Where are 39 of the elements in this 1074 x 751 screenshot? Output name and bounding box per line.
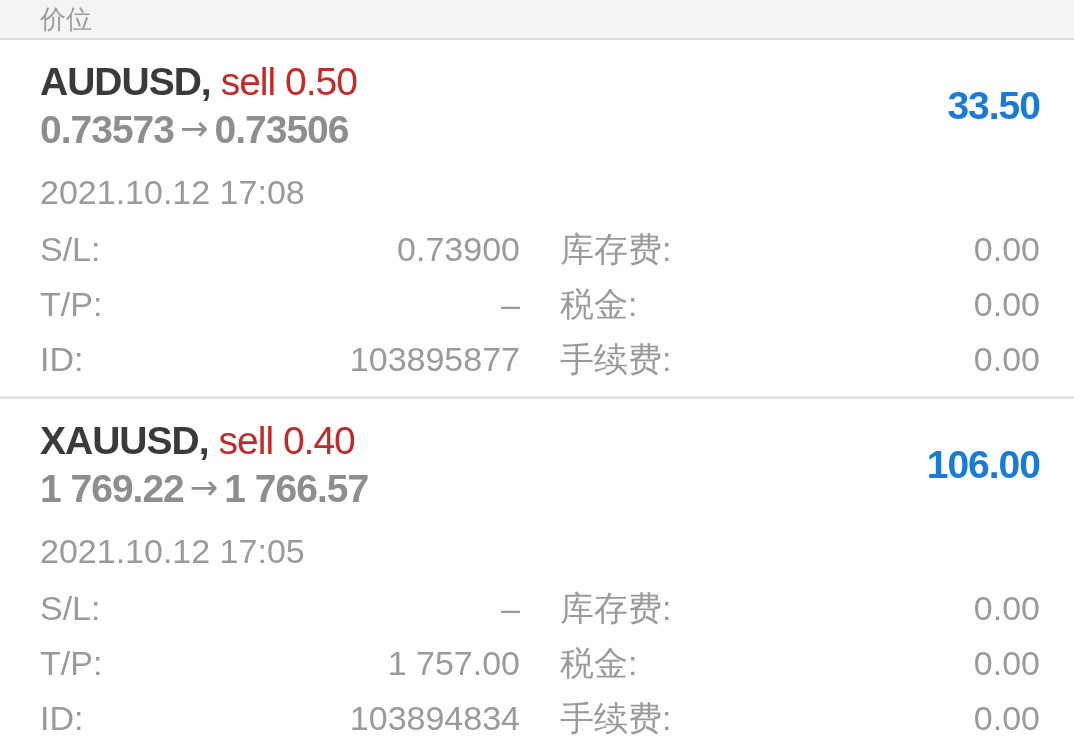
open-price-text: 1 769.22 bbox=[40, 466, 184, 512]
right-arrow-icon: → bbox=[180, 108, 209, 148]
detail-label: S/L: bbox=[40, 587, 101, 628]
right-arrow-icon: → bbox=[189, 467, 219, 507]
detail-label: ID: bbox=[40, 338, 84, 379]
profit-text: 33.50 bbox=[947, 83, 1040, 129]
detail-value: 0.00 bbox=[973, 283, 1040, 324]
detail-label: 税金: bbox=[560, 283, 638, 324]
current-price-text: 0.73506 bbox=[214, 107, 349, 153]
detail-value: – bbox=[501, 587, 520, 628]
detail-label: 税金: bbox=[560, 642, 638, 683]
detail-value: 0.00 bbox=[973, 642, 1040, 683]
detail-label: T/P: bbox=[40, 642, 103, 683]
detail-label: S/L: bbox=[40, 228, 101, 269]
detail-value: 0.73900 bbox=[397, 228, 520, 269]
detail-label: 手续费: bbox=[560, 338, 672, 379]
detail-value: 0.00 bbox=[973, 587, 1040, 628]
detail-label: 库存费: bbox=[560, 228, 672, 269]
header-title: 价位 bbox=[40, 4, 92, 34]
detail-label: 手续费: bbox=[560, 697, 672, 738]
symbol-text: AUDUSD, bbox=[40, 59, 211, 105]
profit-text: 106.00 bbox=[926, 442, 1040, 488]
detail-value: 1 757.00 bbox=[387, 642, 520, 683]
order-text: sell 0.50 bbox=[220, 59, 357, 105]
detail-label: T/P: bbox=[40, 283, 103, 324]
date-time-text: 2021.10.12 17:05 bbox=[40, 531, 305, 571]
detail-label: ID: bbox=[40, 697, 84, 738]
symbol-text: XAUUSD, bbox=[40, 418, 209, 464]
detail-value: 103895877 bbox=[349, 338, 520, 379]
detail-value: – bbox=[501, 283, 520, 324]
detail-value: 0.00 bbox=[973, 228, 1040, 269]
detail-label: 库存费: bbox=[560, 587, 672, 628]
date-time-text: 2021.10.12 17:08 bbox=[40, 172, 305, 212]
detail-value: 0.00 bbox=[973, 338, 1040, 379]
current-price-text: 1 766.57 bbox=[224, 466, 369, 512]
detail-value: 0.00 bbox=[973, 697, 1040, 738]
detail-value: 103894834 bbox=[349, 697, 520, 738]
open-price-text: 0.73573 bbox=[40, 107, 174, 153]
order-text: sell 0.40 bbox=[218, 418, 355, 464]
